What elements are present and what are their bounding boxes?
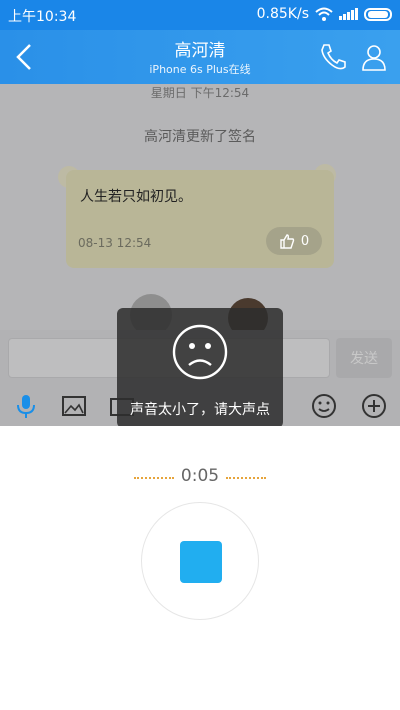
message-timestamp: 星期日 下午12:54 — [150, 86, 250, 100]
sad-face-icon — [172, 324, 228, 380]
toast-message: 声音太小了，请大声点 — [130, 402, 270, 418]
status-time: 上午10:34 — [8, 9, 77, 25]
timer-dots-right — [226, 477, 266, 479]
status-indicators: 0.85K/s — [257, 6, 392, 22]
phone-icon[interactable] — [318, 42, 346, 72]
wifi-icon — [315, 7, 333, 21]
emoji-icon[interactable] — [310, 392, 338, 420]
signal-icon — [339, 8, 358, 20]
signature-card[interactable]: 人生若只如初见。 08-13 12:54 0 — [66, 170, 334, 268]
add-icon[interactable] — [360, 392, 388, 420]
voice-recorder-panel: 0:05 — [0, 426, 400, 710]
image-icon[interactable] — [60, 392, 88, 420]
thumbs-up-icon — [280, 234, 295, 249]
like-count: 0 — [300, 233, 310, 249]
status-bar: 上午10:34 0.85K/s — [0, 0, 400, 30]
profile-icon[interactable] — [360, 42, 388, 72]
network-speed: 0.85K/s — [256, 6, 309, 22]
signature-text: 人生若只如初见。 — [80, 189, 192, 205]
system-message: 高河清更新了签名 — [144, 129, 256, 145]
signature-time: 08-13 12:54 — [78, 236, 152, 250]
send-button[interactable]: 发送 — [336, 338, 392, 378]
volume-too-low-toast: 声音太小了，请大声点 — [117, 308, 283, 428]
like-button[interactable]: 0 — [266, 227, 322, 255]
battery-icon — [364, 7, 392, 21]
stop-icon — [180, 541, 222, 583]
chat-header: 高河清 iPhone 6s Plus在线 — [0, 30, 400, 84]
stop-recording-button[interactable] — [141, 502, 259, 620]
recording-timer: 0:05 — [180, 466, 220, 486]
microphone-icon[interactable] — [12, 392, 40, 420]
